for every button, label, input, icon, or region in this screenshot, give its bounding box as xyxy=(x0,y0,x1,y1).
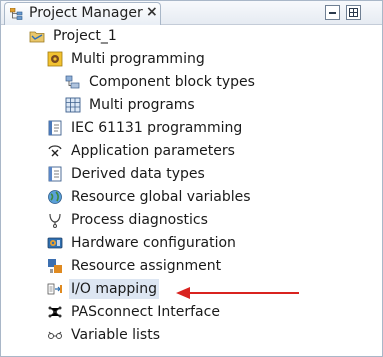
project-manager-icon xyxy=(10,8,23,20)
assignment-icon xyxy=(48,259,62,273)
project-tree: Project_1 Multi programming Component bl… xyxy=(1,25,382,355)
hardware-icon xyxy=(47,237,63,249)
project-folder-icon xyxy=(29,31,45,43)
globe-icon xyxy=(48,190,62,204)
io-mapping-icon xyxy=(47,283,62,295)
tab-title: Project Manager xyxy=(29,5,143,21)
minimize-icon xyxy=(329,12,336,14)
close-icon[interactable]: × xyxy=(146,4,158,20)
maximize-button[interactable] xyxy=(346,5,361,20)
parameters-icon xyxy=(48,145,62,157)
maximize-icon xyxy=(349,8,358,17)
panel-titlebar: Project Manager × xyxy=(1,1,382,25)
variables-icon xyxy=(48,331,62,339)
project-manager-tab[interactable]: Project Manager × xyxy=(4,2,161,25)
grid-icon xyxy=(65,97,81,113)
project-manager-panel: Project Manager × Project_1 Multi progra… xyxy=(0,0,383,357)
data-types-icon xyxy=(48,166,62,182)
annotation-arrow xyxy=(176,287,299,299)
minimize-button[interactable] xyxy=(325,5,340,20)
block-types-icon xyxy=(65,75,80,89)
network-icon xyxy=(48,306,62,318)
diagnostics-icon xyxy=(49,213,61,228)
multi-programming-icon xyxy=(47,51,63,67)
iec-programming-icon xyxy=(48,120,62,136)
